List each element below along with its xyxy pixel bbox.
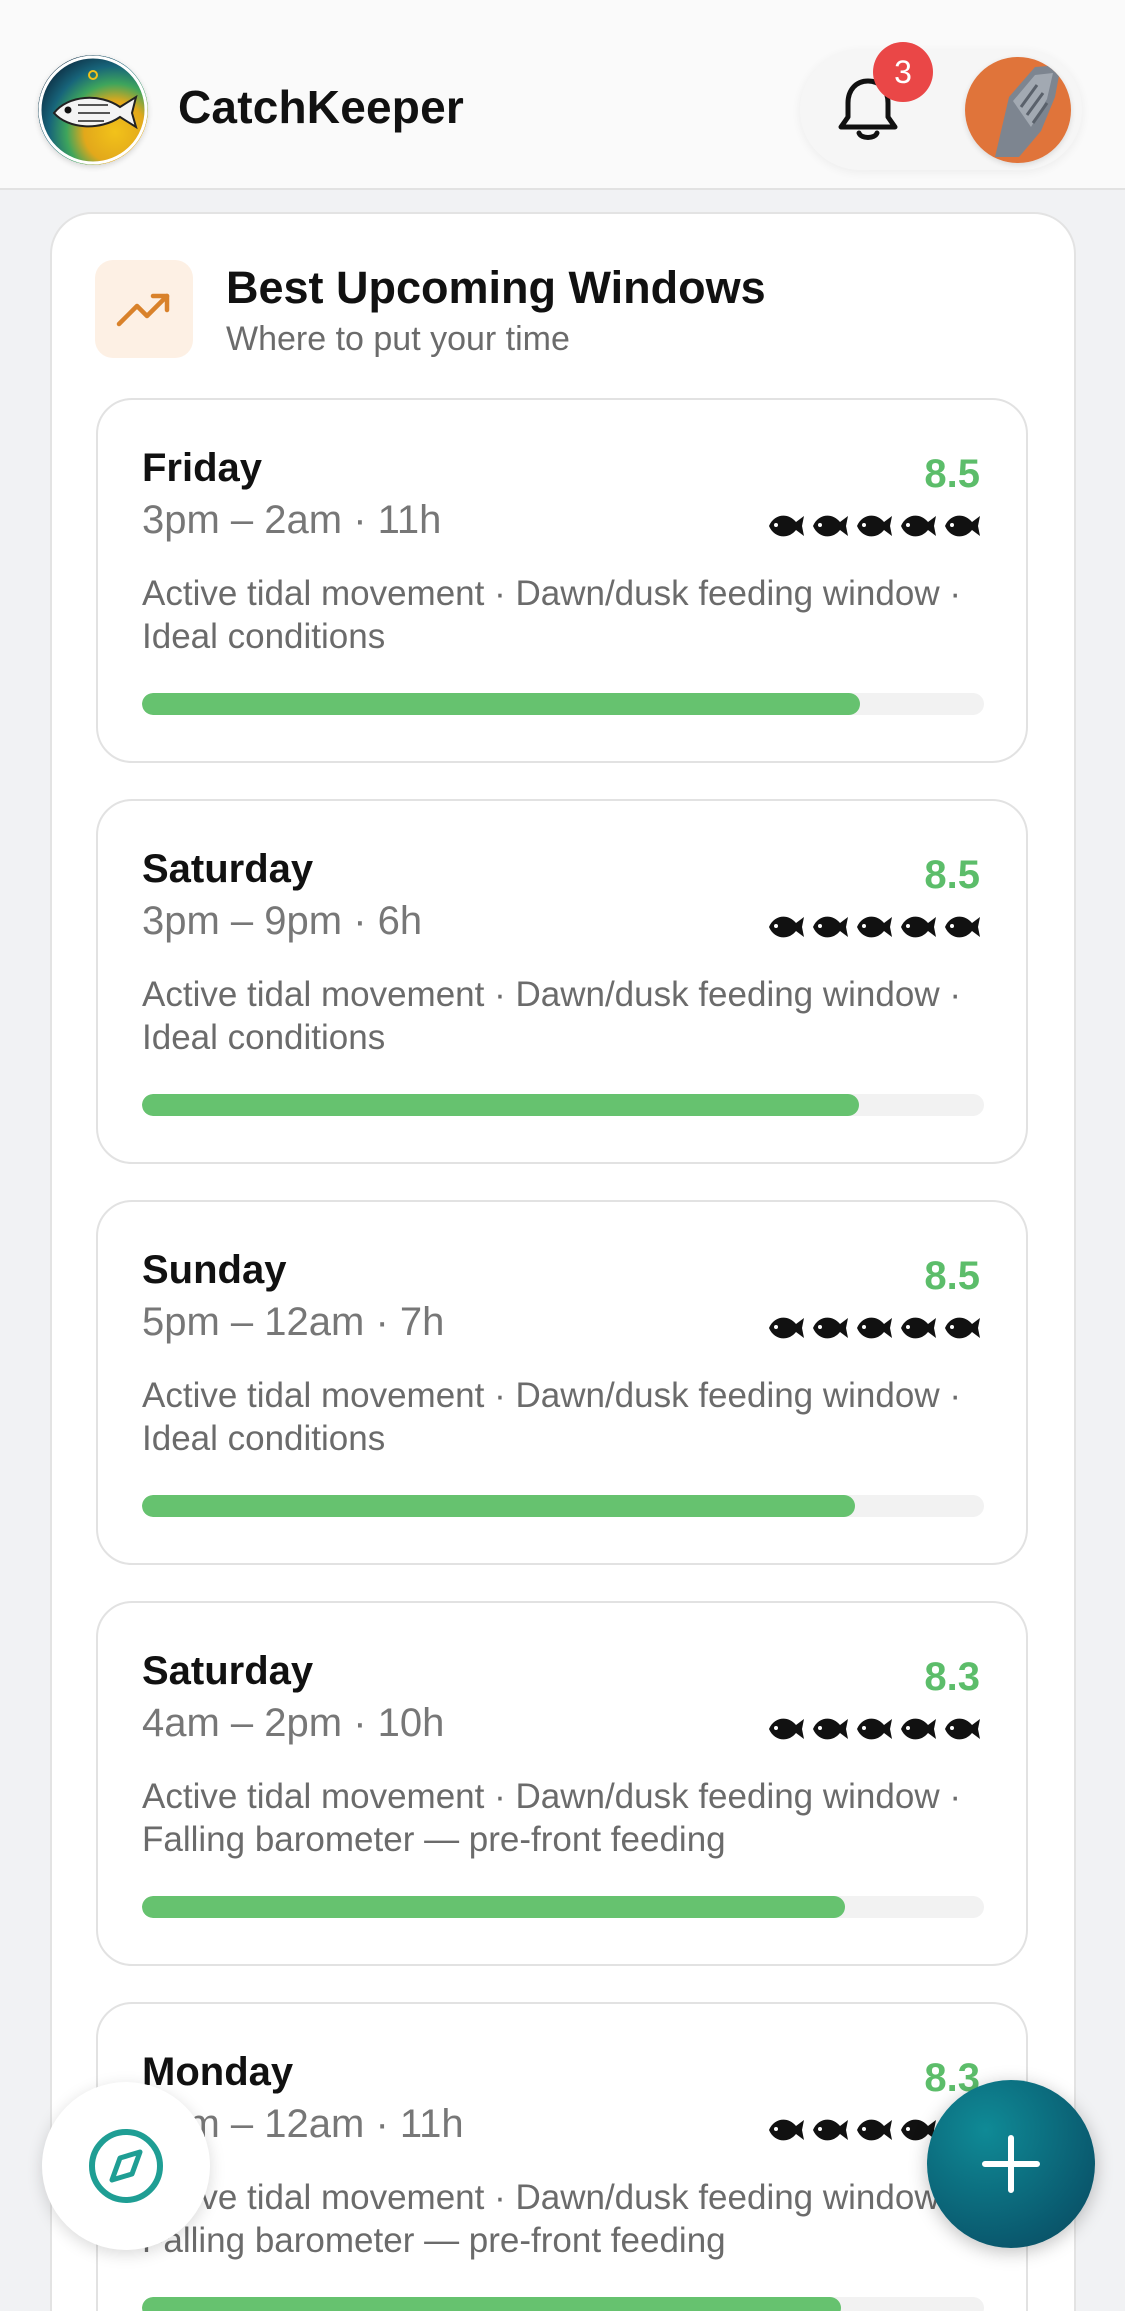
- app-logo[interactable]: [38, 55, 148, 165]
- score-progress-fill: [142, 1495, 856, 1517]
- section-subtitle: Where to put your time: [226, 320, 570, 358]
- window-reasons: Active tidal movement · Dawn/dusk feedin…: [142, 1777, 961, 1859]
- fish-icon: [898, 907, 938, 947]
- avatar-image: [965, 57, 1071, 163]
- window-score: 8.5: [924, 853, 980, 897]
- fish-rating: [760, 907, 982, 951]
- score-progress-bar: [142, 1896, 984, 1918]
- window-time: 3pm – 2am · 11h: [142, 498, 442, 542]
- window-score: 8.3: [924, 1655, 980, 1699]
- fish-icon: [854, 1308, 894, 1348]
- explore-button[interactable]: [42, 2082, 210, 2250]
- window-reasons: Active tidal movement · Dawn/dusk feedin…: [142, 574, 961, 656]
- fish-icon: [766, 506, 806, 546]
- window-score: 8.5: [924, 1254, 980, 1298]
- window-card[interactable]: Sunday 5pm – 12am · 7h 8.5 Active tidal …: [96, 1200, 1028, 1565]
- fish-icon: [766, 907, 806, 947]
- window-day: Saturday: [142, 847, 314, 891]
- window-reasons: Active tidal movement · Dawn/dusk feedin…: [142, 975, 961, 1057]
- trending-up-icon: [116, 293, 170, 327]
- window-reasons: Active tidal movement · Dawn/dusk feedin…: [142, 2178, 961, 2260]
- fish-rating: [760, 506, 982, 550]
- fish-icon: [766, 1308, 806, 1348]
- fish-icon: [942, 1709, 982, 1749]
- score-progress-bar: [142, 693, 984, 715]
- user-avatar[interactable]: [965, 57, 1071, 163]
- window-day: Sunday: [142, 1248, 287, 1292]
- fish-icon: [810, 2110, 850, 2150]
- score-progress-bar: [142, 1495, 984, 1517]
- fish-logo-icon: [38, 55, 148, 165]
- fish-icon: [898, 506, 938, 546]
- window-card[interactable]: Saturday 3pm – 9pm · 6h 8.5 Active tidal…: [96, 799, 1028, 1164]
- fish-icon: [766, 2110, 806, 2150]
- fish-icon: [810, 1308, 850, 1348]
- fish-icon: [942, 907, 982, 947]
- fish-icon: [854, 2110, 894, 2150]
- app-header: CatchKeeper 3: [0, 0, 1125, 190]
- window-card[interactable]: Friday 3pm – 2am · 11h 8.5 Active tidal …: [96, 398, 1028, 763]
- fish-icon: [854, 907, 894, 947]
- window-reasons: Active tidal movement · Dawn/dusk feedin…: [142, 1376, 961, 1458]
- fish-icon: [898, 1709, 938, 1749]
- section-title: Best Upcoming Windows: [226, 262, 766, 313]
- fish-rating: [760, 1308, 982, 1352]
- window-day: Saturday: [142, 1649, 314, 1693]
- window-time: 5pm – 12am · 7h: [142, 1300, 445, 1344]
- fish-icon: [854, 1709, 894, 1749]
- fish-icon: [854, 506, 894, 546]
- window-card[interactable]: Monday 1pm – 12am · 11h 8.3 Active tidal…: [96, 2002, 1028, 2311]
- notification-badge: 3: [873, 42, 933, 102]
- fish-icon: [898, 1308, 938, 1348]
- fish-icon: [810, 907, 850, 947]
- fish-icon: [810, 506, 850, 546]
- fish-icon: [942, 506, 982, 546]
- section-icon-container: [95, 260, 193, 358]
- window-time: 4am – 2pm · 10h: [142, 1701, 445, 1745]
- score-progress-bar: [142, 1094, 984, 1116]
- fish-icon: [810, 1709, 850, 1749]
- score-progress-bar: [142, 2297, 984, 2311]
- score-progress-fill: [142, 1896, 846, 1918]
- score-progress-fill: [142, 1094, 859, 1116]
- fish-rating: [760, 1709, 982, 1753]
- score-progress-fill: [142, 693, 861, 715]
- plus-icon: [982, 2135, 1040, 2193]
- app-title: CatchKeeper: [178, 81, 464, 133]
- fish-icon: [766, 1709, 806, 1749]
- windows-list: Friday 3pm – 2am · 11h 8.5 Active tidal …: [96, 398, 1028, 2311]
- window-score: 8.5: [924, 452, 980, 496]
- score-progress-fill: [142, 2297, 841, 2311]
- compass-icon: [89, 2129, 163, 2203]
- window-day: Friday: [142, 446, 263, 490]
- window-card[interactable]: Saturday 4am – 2pm · 10h 8.3 Active tida…: [96, 1601, 1028, 1966]
- window-time: 3pm – 9pm · 6h: [142, 899, 423, 943]
- fish-icon: [942, 1308, 982, 1348]
- add-catch-button[interactable]: [927, 2080, 1095, 2248]
